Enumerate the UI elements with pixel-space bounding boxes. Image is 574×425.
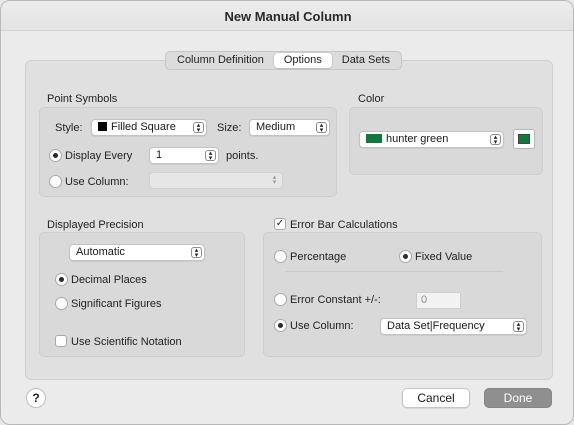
- precision-mode-value: Automatic: [76, 246, 125, 258]
- scientific-notation-label: Use Scientific Notation: [71, 336, 182, 348]
- points-label: points.: [226, 150, 259, 162]
- style-label: Style:: [55, 122, 83, 134]
- dialog-window: New Manual Column Column Definition Opti…: [0, 0, 574, 425]
- style-popup[interactable]: Filled Square ▴ ▾: [91, 119, 207, 136]
- chevron-updown-icon: ▴ ▾: [191, 247, 202, 259]
- color-well[interactable]: [513, 129, 535, 149]
- window-title: New Manual Column: [224, 9, 352, 24]
- tab-column-definition[interactable]: Column Definition: [167, 53, 274, 68]
- color-heading: Color: [358, 93, 385, 105]
- error-constant-field[interactable]: 0: [416, 292, 461, 309]
- error-bar-separator: [285, 271, 503, 272]
- color-value: hunter green: [386, 133, 449, 145]
- size-label: Size:: [217, 122, 242, 134]
- display-every-popup[interactable]: 1 ▴ ▾: [149, 147, 219, 164]
- use-column-symbols-radio[interactable]: [49, 175, 62, 188]
- title-bar: New Manual Column: [1, 1, 573, 31]
- use-column-error-label: Use Column:: [290, 320, 354, 332]
- size-value: Medium: [256, 121, 296, 133]
- error-constant-radio[interactable]: [274, 293, 287, 306]
- tab-bar: Column Definition Options Data Sets: [165, 51, 403, 70]
- use-column-error-popup[interactable]: Data Set|Frequency ▴ ▾: [380, 318, 527, 335]
- significant-figures-label: Significant Figures: [71, 298, 162, 310]
- chevron-updown-icon: ▴ ▾: [205, 150, 216, 162]
- significant-figures-radio[interactable]: [55, 297, 68, 310]
- display-every-radio[interactable]: [49, 149, 62, 162]
- chevron-updown-icon: ▴ ▾: [490, 134, 501, 146]
- decimal-places-radio[interactable]: [55, 273, 68, 286]
- display-every-value: 1: [156, 149, 163, 161]
- percentage-label: Percentage: [290, 251, 347, 263]
- filled-square-icon: [98, 122, 107, 131]
- percentage-radio[interactable]: [274, 250, 287, 263]
- help-button[interactable]: ?: [26, 388, 46, 408]
- error-constant-label: Error Constant +/-:: [290, 294, 381, 306]
- fixed-value-label: Fixed Value: [415, 251, 473, 263]
- point-symbols-heading: Point Symbols: [47, 93, 118, 105]
- tab-options[interactable]: Options: [273, 53, 332, 68]
- precision-mode-popup[interactable]: Automatic ▴ ▾: [69, 244, 205, 261]
- color-chip-swatch: [366, 134, 382, 143]
- tab-data-sets[interactable]: Data Sets: [332, 53, 400, 68]
- style-value: Filled Square: [111, 121, 176, 133]
- error-bar-checkbox[interactable]: ✓: [274, 218, 286, 230]
- chevron-updown-icon: ▴ ▾: [193, 122, 204, 134]
- use-column-error-radio[interactable]: [274, 319, 287, 332]
- decimal-places-label: Decimal Places: [71, 274, 147, 286]
- chevron-updown-icon: ▴ ▾: [316, 122, 327, 134]
- color-popup[interactable]: hunter green ▴ ▾: [359, 131, 504, 148]
- fixed-value-radio[interactable]: [399, 250, 412, 263]
- color-well-swatch: [518, 134, 530, 144]
- use-column-symbols-popup[interactable]: ▴ ▾: [149, 172, 283, 189]
- chevron-updown-icon: ▴ ▾: [272, 174, 277, 186]
- error-bar-heading: Error Bar Calculations: [290, 219, 398, 231]
- display-every-label: Display Every: [65, 150, 133, 162]
- use-column-symbols-label: Use Column:: [65, 176, 129, 188]
- done-button[interactable]: Done: [484, 388, 552, 408]
- use-column-error-value: Data Set|Frequency: [387, 320, 485, 332]
- cancel-button[interactable]: Cancel: [402, 388, 470, 408]
- chevron-updown-icon: ▴ ▾: [513, 321, 524, 333]
- scientific-notation-checkbox[interactable]: [55, 335, 67, 347]
- size-popup[interactable]: Medium ▴ ▾: [249, 119, 330, 136]
- displayed-precision-heading: Displayed Precision: [47, 219, 144, 231]
